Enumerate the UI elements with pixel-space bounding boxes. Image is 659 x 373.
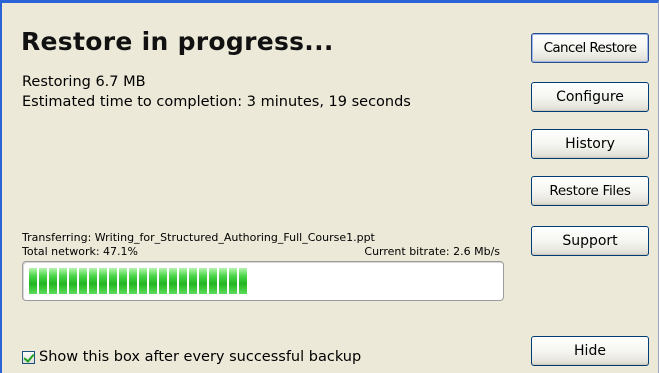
history-button[interactable]: History [531,129,649,159]
progress-segment [59,268,67,294]
progress-segment [159,268,167,294]
progress-segment [89,268,97,294]
restore-size-text: Restoring 6.7 MB [22,74,146,90]
progress-bar-fill [29,268,247,294]
support-button[interactable]: Support [531,226,649,256]
restore-files-button[interactable]: Restore Files [531,176,649,206]
progress-segment [239,268,247,294]
transferring-file-text: Transferring: Writing_for_Structured_Aut… [22,231,375,244]
progress-segment [109,268,117,294]
show-after-backup-checkbox[interactable]: Show this box after every successful bac… [22,349,361,365]
show-after-backup-label: Show this box after every successful bac… [39,349,362,365]
progress-segment [179,268,187,294]
progress-segment [229,268,237,294]
progress-segment [39,268,47,294]
progress-bar [22,261,504,301]
progress-segment [209,268,217,294]
progress-segment [219,268,227,294]
progress-segment [79,268,87,294]
restore-dialog: Restore in progress... Restoring 6.7 MB … [0,0,659,373]
progress-segment [169,268,177,294]
progress-segment [199,268,207,294]
progress-segment [119,268,127,294]
progress-segment [49,268,57,294]
estimated-time-text: Estimated time to completion: 3 minutes,… [22,94,411,110]
progress-segment [29,268,37,294]
checkbox-checked-icon[interactable] [22,350,35,364]
dialog-title: Restore in progress... [21,27,334,56]
configure-button[interactable]: Configure [531,82,649,112]
progress-segment [139,268,147,294]
progress-segment [129,268,137,294]
cancel-restore-button[interactable]: Cancel Restore [531,33,649,63]
progress-segment [189,268,197,294]
current-bitrate-text: Current bitrate: 2.6 Mb/s [364,245,500,258]
total-network-text: Total network: 47.1% [22,245,139,258]
progress-segment [99,268,107,294]
hide-button[interactable]: Hide [531,336,649,366]
progress-segment [149,268,157,294]
progress-segment [69,268,77,294]
